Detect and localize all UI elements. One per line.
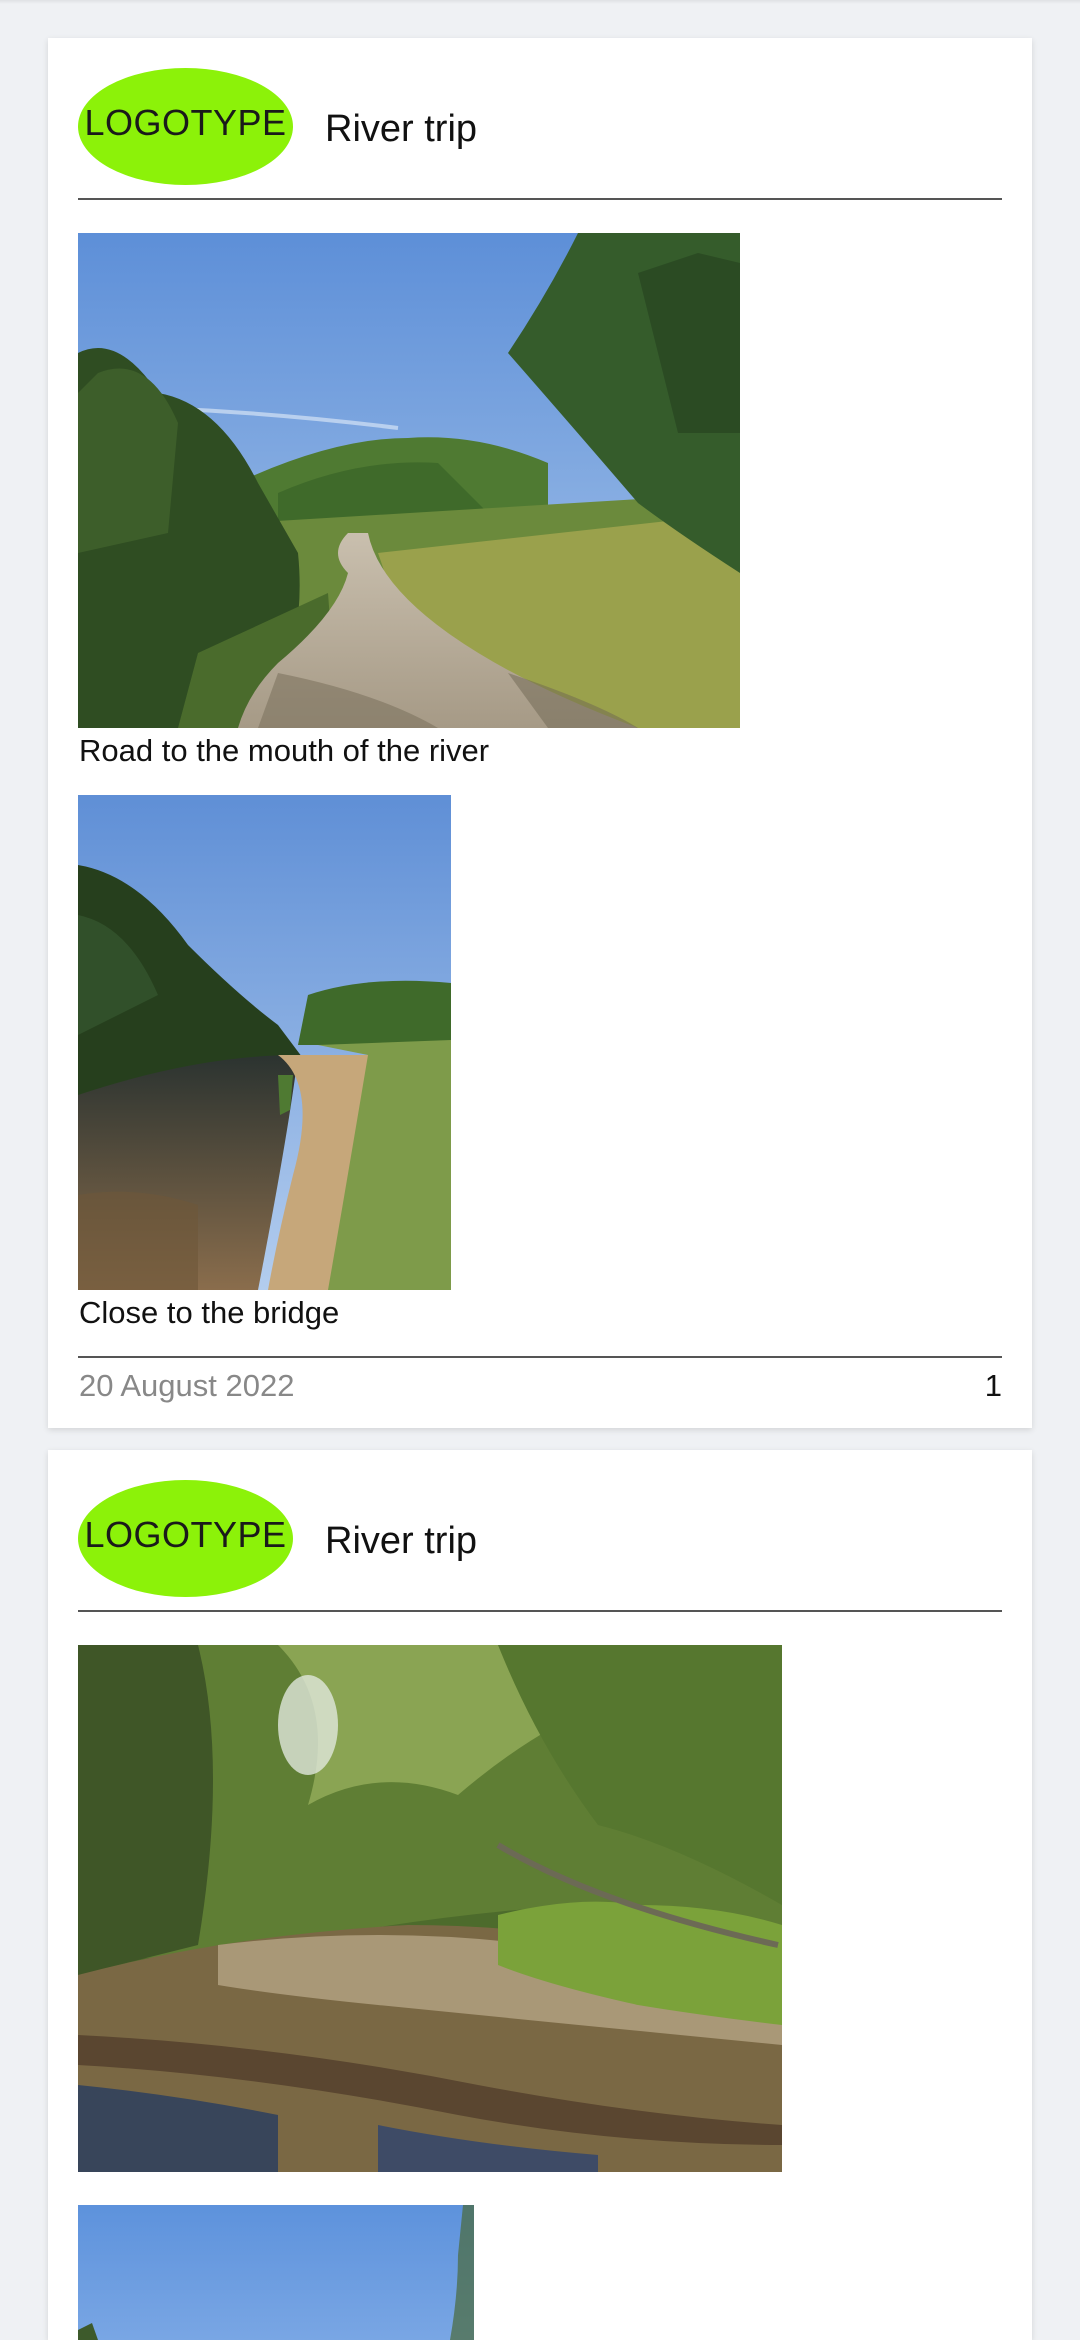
logo-badge[interactable]: LOGOTYPE [78, 1480, 293, 1597]
post-card: LOGOTYPE River trip [48, 38, 1032, 1428]
post-title: River trip [325, 108, 478, 150]
logo-badge[interactable]: LOGOTYPE [78, 68, 293, 185]
post-title: River trip [325, 1520, 478, 1562]
status-bar-shadow [0, 0, 1080, 4]
post-header: LOGOTYPE River trip [78, 68, 1002, 185]
logo-text: LOGOTYPE [84, 101, 287, 143]
photo-caption: Road to the mouth of the river [79, 733, 490, 768]
footer-divider [78, 1356, 1002, 1358]
photo-river-bank[interactable] [78, 795, 451, 1290]
page-number: 1 [984, 1368, 1002, 1403]
post-date: 20 August 2022 [79, 1368, 295, 1403]
logo-text: LOGOTYPE [84, 1513, 287, 1555]
header-divider [78, 1610, 1002, 1612]
post-card: LOGOTYPE River trip [48, 1450, 1032, 2340]
photo-sky[interactable] [78, 2205, 474, 2340]
photo-road[interactable] [78, 233, 740, 728]
photo-caption: Close to the bridge [79, 1295, 340, 1330]
post-header: LOGOTYPE River trip [78, 1480, 1002, 1597]
photo-forest-stream[interactable] [78, 1645, 782, 2172]
header-divider [78, 198, 1002, 200]
